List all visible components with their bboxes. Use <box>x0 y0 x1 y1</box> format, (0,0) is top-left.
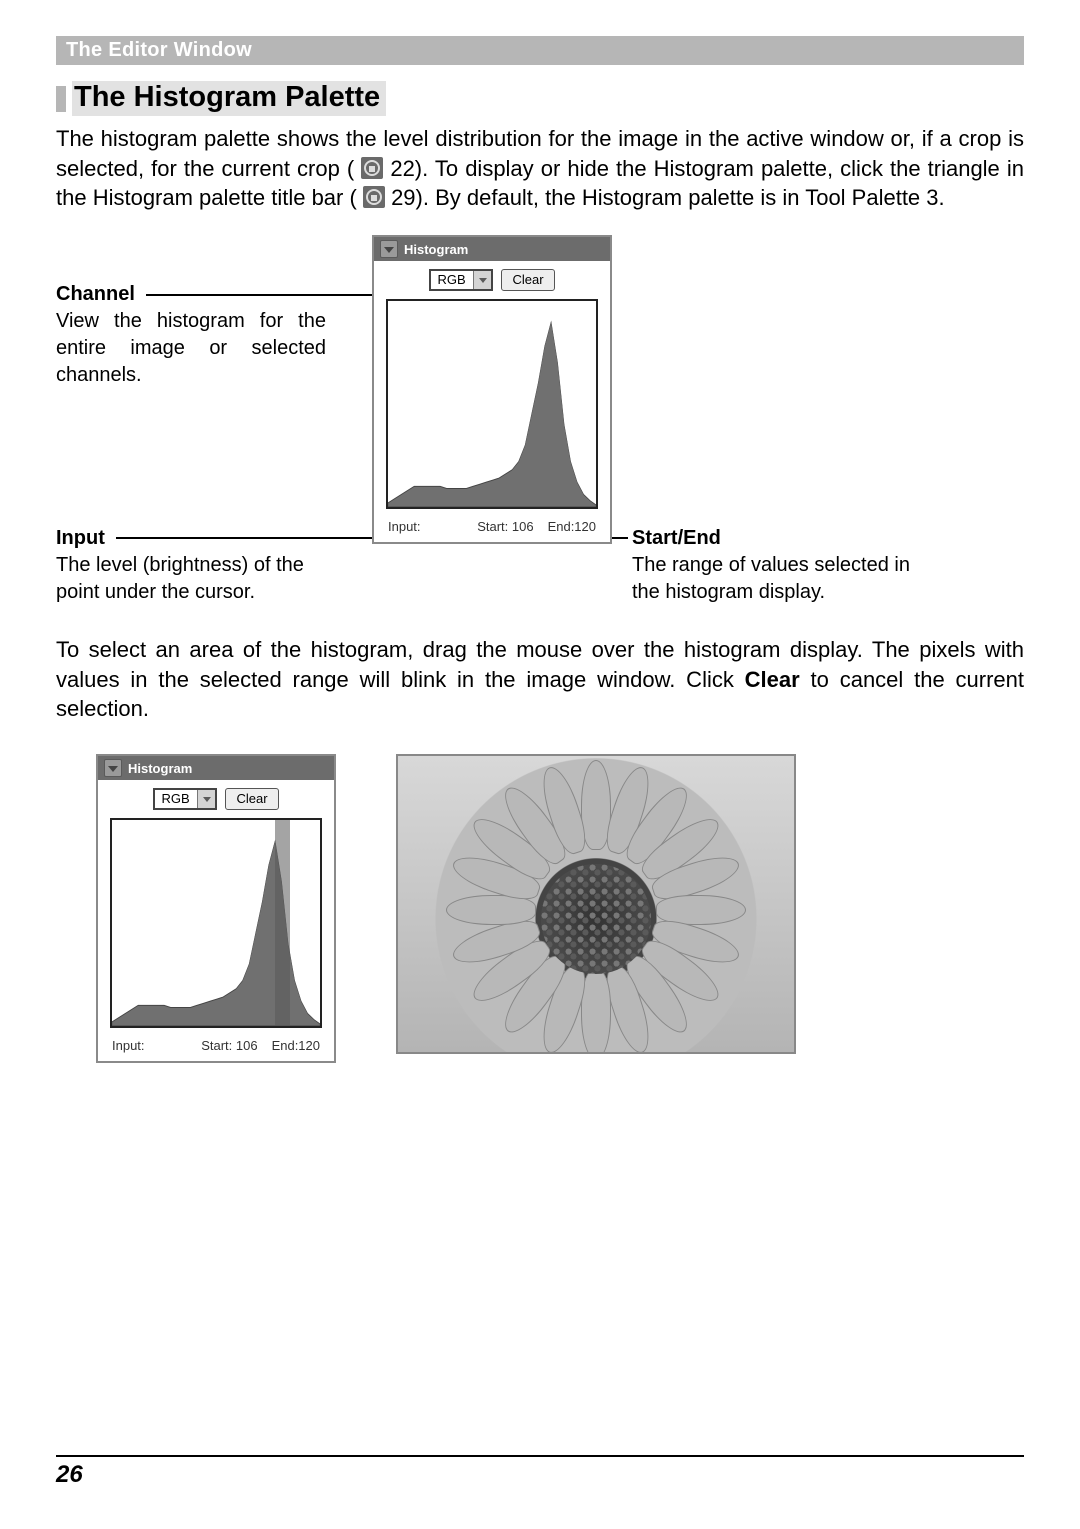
page-number: 26 <box>56 1461 83 1488</box>
footer-start-value: Start: 106 <box>201 1038 257 1053</box>
palette-footer: Input: Start: 106 End:120 <box>98 1034 334 1061</box>
palette-title: Histogram <box>404 242 468 257</box>
palette-toolbar: RGB Clear <box>98 780 334 818</box>
callout-input-label: Input <box>56 527 105 549</box>
palette-titlebar[interactable]: Histogram <box>374 237 610 261</box>
sunflower-petal <box>581 970 611 1054</box>
section-header: The Editor Window <box>56 36 1024 65</box>
callout-startend: Start/End The range of values selected i… <box>632 525 942 606</box>
footer-start-value: Start: 106 <box>477 519 533 534</box>
callout-channel-text: View the histogram for the entire image … <box>56 310 326 386</box>
footer-input-label: Input: <box>112 1038 145 1053</box>
callout-input-line <box>116 537 384 539</box>
channel-dropdown-value: RGB <box>431 271 473 289</box>
chevron-down-icon[interactable] <box>197 790 215 808</box>
palette-collapse-handle[interactable] <box>380 240 398 258</box>
histogram-display[interactable] <box>110 818 322 1028</box>
callout-input-text: The level (brightness) of the point unde… <box>56 554 304 603</box>
channel-dropdown-value: RGB <box>155 790 197 808</box>
palette-titlebar[interactable]: Histogram <box>98 756 334 780</box>
example-row: Histogram RGB Clear Input: Start: 106 En… <box>96 754 1024 1063</box>
footer-rule <box>56 1455 1024 1457</box>
palette-toolbar: RGB Clear <box>374 261 610 299</box>
footer-end-value: End:120 <box>548 519 596 534</box>
histogram-plot <box>388 301 596 507</box>
channel-dropdown[interactable]: RGB <box>153 788 217 810</box>
clear-button[interactable]: Clear <box>501 269 554 291</box>
intro-paragraph: The histogram palette shows the level di… <box>56 124 1024 213</box>
callout-channel: Channel View the histogram for the entir… <box>56 281 326 389</box>
intro-ref-2: 29). By default, the Histogram palette i… <box>391 185 945 210</box>
histogram-display[interactable] <box>386 299 598 509</box>
histogram-palette-example: Histogram RGB Clear Input: Start: 106 En… <box>96 754 336 1063</box>
clear-button[interactable]: Clear <box>225 788 278 810</box>
sample-image <box>396 754 796 1054</box>
channel-dropdown[interactable]: RGB <box>429 269 493 291</box>
callout-channel-line <box>146 294 406 296</box>
callout-startend-text: The range of values selected in the hist… <box>632 554 910 603</box>
histogram-diagram: Channel View the histogram for the entir… <box>56 235 1024 595</box>
palette-footer: Input: Start: 106 End:120 <box>374 515 610 542</box>
reference-icon <box>361 157 383 179</box>
reference-icon <box>363 186 385 208</box>
title-accent <box>56 86 66 112</box>
page-title: The Histogram Palette <box>56 81 1024 116</box>
callout-startend-label: Start/End <box>632 527 721 549</box>
palette-collapse-handle[interactable] <box>104 759 122 777</box>
footer-end-value: End:120 <box>272 1038 320 1053</box>
clear-bold: Clear <box>745 667 800 692</box>
page-footer: 26 <box>56 1455 1024 1489</box>
sunflower-petal <box>446 895 536 925</box>
palette-title: Histogram <box>128 761 192 776</box>
histogram-palette: Histogram RGB Clear Input: Start: 106 En… <box>372 235 612 544</box>
selection-band <box>275 820 290 1026</box>
page-title-text: The Histogram Palette <box>72 81 386 116</box>
selection-paragraph: To select an area of the histogram, drag… <box>56 635 1024 724</box>
chevron-down-icon[interactable] <box>473 271 491 289</box>
sunflower-seeds <box>541 864 651 974</box>
footer-input-label: Input: <box>388 519 421 534</box>
callout-channel-label: Channel <box>56 283 135 305</box>
